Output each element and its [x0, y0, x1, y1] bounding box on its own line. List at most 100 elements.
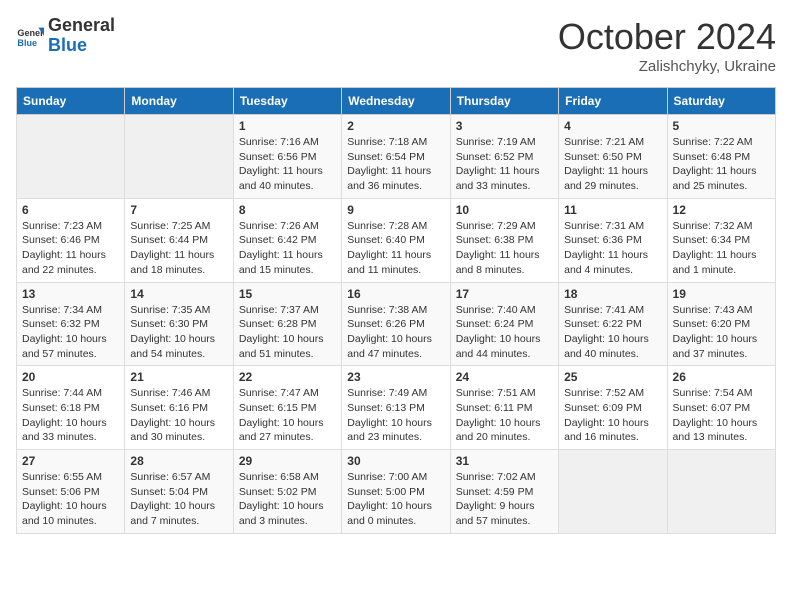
- day-cell: [559, 450, 667, 534]
- month-title: October 2024: [558, 16, 776, 58]
- day-cell: 6Sunrise: 7:23 AMSunset: 6:46 PMDaylight…: [17, 198, 125, 282]
- week-row-4: 20 Sunrise: 7:44 AMSunset: 6:18 PMDayligh…: [17, 366, 776, 450]
- day-number: 31: [456, 454, 553, 468]
- day-cell: 16 Sunrise: 7:38 AMSunset: 6:26 PMDayligh…: [342, 282, 450, 366]
- page-header: General Blue General Blue October 2024 Z…: [16, 16, 776, 75]
- day-info: Sunrise: 7:40 AMSunset: 6:24 PMDaylight:…: [456, 303, 553, 362]
- col-header-thursday: Thursday: [450, 88, 558, 115]
- logo-text-blue: Blue: [48, 36, 115, 56]
- day-number: 11: [564, 203, 661, 217]
- day-number: 28: [130, 454, 227, 468]
- day-info: Sunrise: 7:19 AMSunset: 6:52 PMDaylight:…: [456, 135, 553, 194]
- day-cell: 4 Sunrise: 7:21 AMSunset: 6:50 PMDaylight…: [559, 115, 667, 199]
- day-number: 23: [347, 370, 444, 384]
- day-number: 25: [564, 370, 661, 384]
- day-number: 20: [22, 370, 119, 384]
- day-info: Sunrise: 7:21 AMSunset: 6:50 PMDaylight:…: [564, 135, 661, 194]
- day-number: 21: [130, 370, 227, 384]
- day-cell: 10 Sunrise: 7:29 AMSunset: 6:38 PMDayligh…: [450, 198, 558, 282]
- day-number: 27: [22, 454, 119, 468]
- day-cell: 3 Sunrise: 7:19 AMSunset: 6:52 PMDaylight…: [450, 115, 558, 199]
- day-number: 8: [239, 203, 336, 217]
- day-cell: 31 Sunrise: 7:02 AMSunset: 4:59 PMDayligh…: [450, 450, 558, 534]
- day-number: 14: [130, 287, 227, 301]
- logo: General Blue General Blue: [16, 16, 115, 56]
- day-info: Sunrise: 7:46 AMSunset: 6:16 PMDaylight:…: [130, 386, 227, 445]
- day-info: Sunrise: 7:32 AMSunset: 6:34 PMDaylight:…: [673, 219, 770, 278]
- day-number: 29: [239, 454, 336, 468]
- day-info: Sunrise: 6:57 AMSunset: 5:04 PMDaylight:…: [130, 470, 227, 529]
- day-number: 18: [564, 287, 661, 301]
- day-cell: 17 Sunrise: 7:40 AMSunset: 6:24 PMDayligh…: [450, 282, 558, 366]
- day-number: 5: [673, 119, 770, 133]
- day-number: 7: [130, 203, 227, 217]
- day-cell: 23Sunrise: 7:49 AMSunset: 6:13 PMDayligh…: [342, 366, 450, 450]
- day-number: 4: [564, 119, 661, 133]
- svg-text:Blue: Blue: [17, 38, 37, 48]
- week-row-3: 13Sunrise: 7:34 AMSunset: 6:32 PMDayligh…: [17, 282, 776, 366]
- title-block: October 2024 Zalishchyky, Ukraine: [558, 16, 776, 75]
- day-number: 15: [239, 287, 336, 301]
- day-number: 13: [22, 287, 119, 301]
- day-info: Sunrise: 7:37 AMSunset: 6:28 PMDaylight:…: [239, 303, 336, 362]
- day-number: 6: [22, 203, 119, 217]
- day-cell: 11 Sunrise: 7:31 AMSunset: 6:36 PMDayligh…: [559, 198, 667, 282]
- day-cell: 9 Sunrise: 7:28 AMSunset: 6:40 PMDaylight…: [342, 198, 450, 282]
- day-cell: 21 Sunrise: 7:46 AMSunset: 6:16 PMDayligh…: [125, 366, 233, 450]
- day-cell: 7 Sunrise: 7:25 AMSunset: 6:44 PMDaylight…: [125, 198, 233, 282]
- day-info: Sunrise: 7:35 AMSunset: 6:30 PMDaylight:…: [130, 303, 227, 362]
- day-cell: 5 Sunrise: 7:22 AMSunset: 6:48 PMDaylight…: [667, 115, 775, 199]
- week-row-2: 6Sunrise: 7:23 AMSunset: 6:46 PMDaylight…: [17, 198, 776, 282]
- location: Zalishchyky, Ukraine: [558, 58, 776, 75]
- day-cell: 12 Sunrise: 7:32 AMSunset: 6:34 PMDayligh…: [667, 198, 775, 282]
- day-number: 22: [239, 370, 336, 384]
- calendar-table: SundayMondayTuesdayWednesdayThursdayFrid…: [16, 87, 776, 534]
- day-info: Sunrise: 7:28 AMSunset: 6:40 PMDaylight:…: [347, 219, 444, 278]
- day-cell: 27Sunrise: 6:55 AMSunset: 5:06 PMDayligh…: [17, 450, 125, 534]
- day-info: Sunrise: 6:58 AMSunset: 5:02 PMDaylight:…: [239, 470, 336, 529]
- day-number: 16: [347, 287, 444, 301]
- day-cell: 22 Sunrise: 7:47 AMSunset: 6:15 PMDayligh…: [233, 366, 341, 450]
- day-cell: 15 Sunrise: 7:37 AMSunset: 6:28 PMDayligh…: [233, 282, 341, 366]
- day-info: Sunrise: 7:47 AMSunset: 6:15 PMDaylight:…: [239, 386, 336, 445]
- day-info: Sunrise: 7:25 AMSunset: 6:44 PMDaylight:…: [130, 219, 227, 278]
- header-row: SundayMondayTuesdayWednesdayThursdayFrid…: [17, 88, 776, 115]
- day-cell: 14 Sunrise: 7:35 AMSunset: 6:30 PMDayligh…: [125, 282, 233, 366]
- day-cell: 18 Sunrise: 7:41 AMSunset: 6:22 PMDayligh…: [559, 282, 667, 366]
- day-number: 9: [347, 203, 444, 217]
- day-info: Sunrise: 7:41 AMSunset: 6:22 PMDaylight:…: [564, 303, 661, 362]
- day-number: 2: [347, 119, 444, 133]
- day-number: 30: [347, 454, 444, 468]
- day-info: Sunrise: 7:44 AMSunset: 6:18 PMDaylight:…: [22, 386, 119, 445]
- day-number: 26: [673, 370, 770, 384]
- day-info: Sunrise: 7:16 AMSunset: 6:56 PMDaylight:…: [239, 135, 336, 194]
- day-number: 24: [456, 370, 553, 384]
- logo-text-general: General: [48, 16, 115, 36]
- col-header-tuesday: Tuesday: [233, 88, 341, 115]
- day-cell: [17, 115, 125, 199]
- day-cell: 13Sunrise: 7:34 AMSunset: 6:32 PMDayligh…: [17, 282, 125, 366]
- col-header-sunday: Sunday: [17, 88, 125, 115]
- day-info: Sunrise: 7:31 AMSunset: 6:36 PMDaylight:…: [564, 219, 661, 278]
- day-cell: 28 Sunrise: 6:57 AMSunset: 5:04 PMDayligh…: [125, 450, 233, 534]
- day-info: Sunrise: 7:22 AMSunset: 6:48 PMDaylight:…: [673, 135, 770, 194]
- day-cell: 25Sunrise: 7:52 AMSunset: 6:09 PMDayligh…: [559, 366, 667, 450]
- col-header-wednesday: Wednesday: [342, 88, 450, 115]
- day-number: 10: [456, 203, 553, 217]
- day-number: 19: [673, 287, 770, 301]
- day-info: Sunrise: 7:51 AMSunset: 6:11 PMDaylight:…: [456, 386, 553, 445]
- day-info: Sunrise: 7:29 AMSunset: 6:38 PMDaylight:…: [456, 219, 553, 278]
- day-cell: 2Sunrise: 7:18 AMSunset: 6:54 PMDaylight…: [342, 115, 450, 199]
- day-info: Sunrise: 7:02 AMSunset: 4:59 PMDaylight:…: [456, 470, 553, 529]
- day-cell: 8 Sunrise: 7:26 AMSunset: 6:42 PMDaylight…: [233, 198, 341, 282]
- day-info: Sunrise: 7:43 AMSunset: 6:20 PMDaylight:…: [673, 303, 770, 362]
- day-cell: 19 Sunrise: 7:43 AMSunset: 6:20 PMDayligh…: [667, 282, 775, 366]
- day-info: Sunrise: 7:38 AMSunset: 6:26 PMDaylight:…: [347, 303, 444, 362]
- day-number: 12: [673, 203, 770, 217]
- day-cell: 20 Sunrise: 7:44 AMSunset: 6:18 PMDayligh…: [17, 366, 125, 450]
- day-info: Sunrise: 7:26 AMSunset: 6:42 PMDaylight:…: [239, 219, 336, 278]
- day-info: Sunrise: 7:54 AMSunset: 6:07 PMDaylight:…: [673, 386, 770, 445]
- day-number: 3: [456, 119, 553, 133]
- day-number: 17: [456, 287, 553, 301]
- day-cell: 26 Sunrise: 7:54 AMSunset: 6:07 PMDayligh…: [667, 366, 775, 450]
